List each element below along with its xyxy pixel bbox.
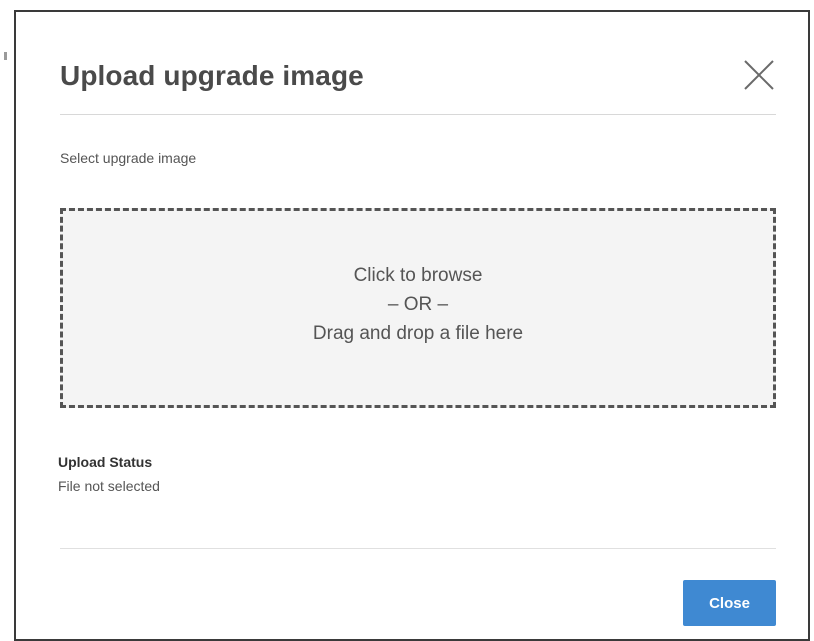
dialog-title: Upload upgrade image <box>60 60 364 91</box>
select-image-label: Select upgrade image <box>60 150 197 166</box>
close-icon[interactable] <box>742 58 776 92</box>
dialog-header: Upload upgrade image <box>60 52 776 115</box>
or-separator: – OR – <box>387 294 449 315</box>
footer-divider <box>60 548 776 549</box>
upload-status-value: File not selected <box>58 478 160 494</box>
close-button[interactable]: Close <box>683 580 776 626</box>
drag-drop-text: Drag and drop a file here <box>312 323 524 344</box>
background-page-edge <box>0 0 12 641</box>
file-dropzone[interactable]: Click to browse – OR – Drag and drop a f… <box>60 208 776 408</box>
browse-text: Click to browse <box>353 265 483 286</box>
dropzone-instructions: Click to browse – OR – Drag and drop a f… <box>63 261 773 348</box>
upload-dialog: Upload upgrade image Select upgrade imag… <box>14 10 810 641</box>
background-glyph <box>4 52 7 60</box>
upload-status-label: Upload Status <box>58 454 153 470</box>
